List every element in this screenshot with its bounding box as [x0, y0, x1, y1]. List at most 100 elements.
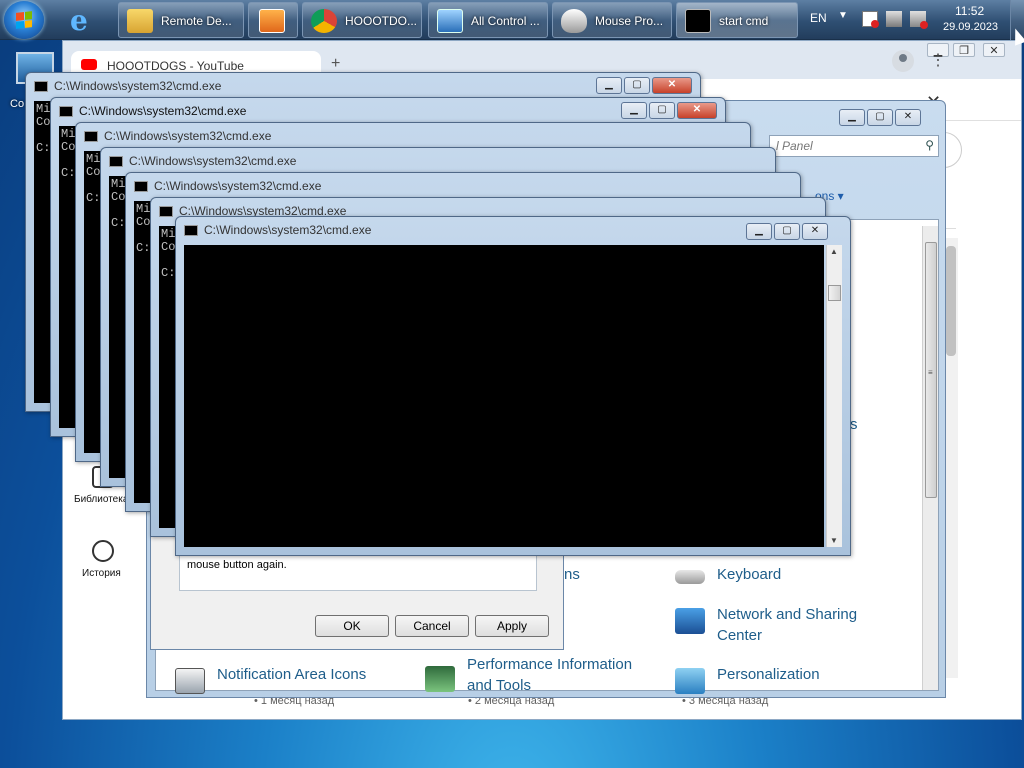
taskbar-label: Mouse Pro... [595, 14, 664, 28]
performance-icon [425, 666, 455, 692]
taskbar-button-remote-desktop[interactable]: Remote De... [118, 2, 244, 38]
maximize-button[interactable]: ▢ [649, 102, 675, 119]
profile-avatar-icon[interactable] [892, 50, 914, 72]
cmd-text: Mi Co C: [111, 177, 126, 230]
taskbar-button-mouse-properties[interactable]: Mouse Pro... [552, 2, 672, 38]
cmd-caption-buttons: ▁ ▢ ✕ [746, 223, 828, 240]
cp-partial-label: s [850, 416, 858, 433]
cp-item-network[interactable]: Network and Sharing Center [675, 604, 875, 644]
start-button[interactable] [4, 1, 44, 39]
clock-time[interactable]: 11:52 [955, 4, 984, 18]
chrome-tab-title: HOOOTDOGS - YouTube [107, 59, 244, 73]
cmd-title: C:\Windows\system32\cmd.exe [204, 223, 372, 237]
cmd-caption-buttons: ▁ ▢ ✕ [596, 77, 692, 94]
youtube-icon [81, 59, 97, 70]
scroll-grip-icon: ≡ [928, 368, 933, 377]
close-button[interactable]: ✕ [652, 77, 692, 94]
taskbar-button-cmd[interactable]: start cmd [676, 2, 798, 38]
cmd-window-7[interactable]: C:\Windows\system32\cmd.exe ▁ ▢ ✕ ▲ ▼ [175, 216, 851, 556]
chrome-scrollbar[interactable] [944, 238, 958, 678]
close-button[interactable]: ✕ [802, 223, 828, 240]
cmd-icon [184, 225, 198, 236]
language-indicator[interactable]: EN [810, 11, 827, 25]
volume-muted-icon[interactable] [910, 11, 928, 29]
taskbar-button-chrome[interactable]: HOOOTDO... [302, 2, 422, 38]
cp-item-label: Keyboard [717, 566, 782, 583]
cp-item-keyboard[interactable]: Keyboard [675, 564, 875, 604]
tray-expand-icon[interactable]: ▼ [838, 10, 848, 21]
search-icon[interactable]: ⚲ [925, 138, 934, 152]
scroll-up-icon[interactable]: ▲ [830, 247, 838, 256]
taskbar-button-media-player[interactable] [248, 2, 298, 38]
maximize-button[interactable]: ▢ [624, 77, 650, 94]
clock-date[interactable]: 29.09.2023 [943, 21, 998, 33]
folder-icon [127, 9, 153, 33]
scroll-thumb[interactable] [828, 285, 841, 301]
cmd-title: C:\Windows\system32\cmd.exe [79, 104, 247, 118]
chrome-close-button[interactable]: ✕ [983, 43, 1005, 57]
ok-button[interactable]: OK [315, 615, 389, 637]
apply-button[interactable]: Apply [475, 615, 549, 637]
cp-maximize-button[interactable]: ▢ [867, 109, 893, 126]
control-panel-caption-buttons: ▁ ▢ ✕ [839, 109, 921, 126]
mouse-icon [561, 9, 587, 33]
cmd-title: C:\Windows\system32\cmd.exe [154, 179, 322, 193]
cp-minimize-button[interactable]: ▁ [839, 109, 865, 126]
control-panel-search-input[interactable]: l Panel ⚲ [769, 135, 939, 157]
library-label[interactable]: Библиотека [74, 494, 128, 505]
cmd-icon [34, 81, 48, 92]
cp-item-notification-area[interactable]: Notification Area Icons [175, 664, 395, 704]
cmd-icon [59, 106, 73, 117]
minimize-button[interactable]: ▁ [596, 77, 622, 94]
notification-icon [175, 668, 205, 694]
minimize-button[interactable]: ▁ [621, 102, 647, 119]
cp-close-button[interactable]: ✕ [895, 109, 921, 126]
cmd-console[interactable] [184, 245, 824, 547]
new-tab-icon[interactable]: + [331, 55, 340, 73]
history-icon[interactable] [92, 540, 114, 562]
cancel-button[interactable]: Cancel [395, 615, 469, 637]
chrome-icon [311, 9, 337, 33]
desktop-computer-label: Co [10, 98, 25, 110]
taskbar-label: start cmd [719, 14, 769, 28]
cp-item-performance[interactable]: Performance Information and Tools [425, 654, 655, 694]
cmd-text: Mi Co C: [36, 102, 51, 155]
cmd-icon [685, 9, 711, 33]
cmd-title: C:\Windows\system32\cmd.exe [129, 154, 297, 168]
chrome-maximize-button[interactable]: ❐ [953, 43, 975, 57]
taskbar-label: Remote De... [161, 14, 232, 28]
history-label[interactable]: История [82, 568, 121, 579]
maximize-button[interactable]: ▢ [774, 223, 800, 240]
scroll-down-icon[interactable]: ▼ [830, 536, 838, 545]
cmd-title: C:\Windows\system32\cmd.exe [54, 79, 222, 93]
cp-item-label: Personalization [717, 666, 820, 683]
cmd-text: Mi Co C: [61, 127, 76, 180]
taskbar-button-control-panel[interactable]: All Control ... [428, 2, 548, 38]
close-button[interactable]: ✕ [677, 102, 717, 119]
cmd-icon [109, 156, 123, 167]
search-placeholder: l Panel [776, 139, 813, 153]
minimize-button[interactable]: ▁ [746, 223, 772, 240]
mouse-description-text: mouse button again. [187, 559, 287, 571]
cp-item-personalization[interactable]: Personalization [675, 664, 875, 704]
cmd-text: Mi Co C: [86, 152, 101, 205]
network-tray-icon[interactable] [886, 11, 902, 27]
control-panel-icon [437, 9, 463, 33]
control-panel-scrollbar[interactable]: ≡ [922, 226, 938, 690]
cp-item-label: Network and Sharing Center [717, 606, 858, 644]
cmd-title: C:\Windows\system32\cmd.exe [104, 129, 272, 143]
chrome-menu-icon[interactable]: ⋮ [930, 50, 946, 70]
taskbar-label: HOOOTDO... [345, 14, 417, 28]
personalization-icon [675, 668, 705, 694]
taskbar: e Remote De... HOOOTDO... All Control ..… [0, 0, 1024, 40]
cmd-text: Mi Co C: [161, 227, 176, 280]
cmd-icon [84, 131, 98, 142]
cp-item-label: Notification Area Icons [217, 666, 367, 683]
cmd-scrollbar[interactable]: ▲▼ [826, 245, 842, 547]
cp-item-label: Performance Information and Tools [467, 656, 633, 694]
action-center-icon[interactable] [862, 11, 879, 28]
media-player-icon [259, 9, 285, 33]
cmd-caption-buttons: ▁ ▢ ✕ [621, 102, 717, 119]
scroll-thumb[interactable] [946, 246, 956, 356]
internet-explorer-icon[interactable]: e [66, 2, 110, 38]
